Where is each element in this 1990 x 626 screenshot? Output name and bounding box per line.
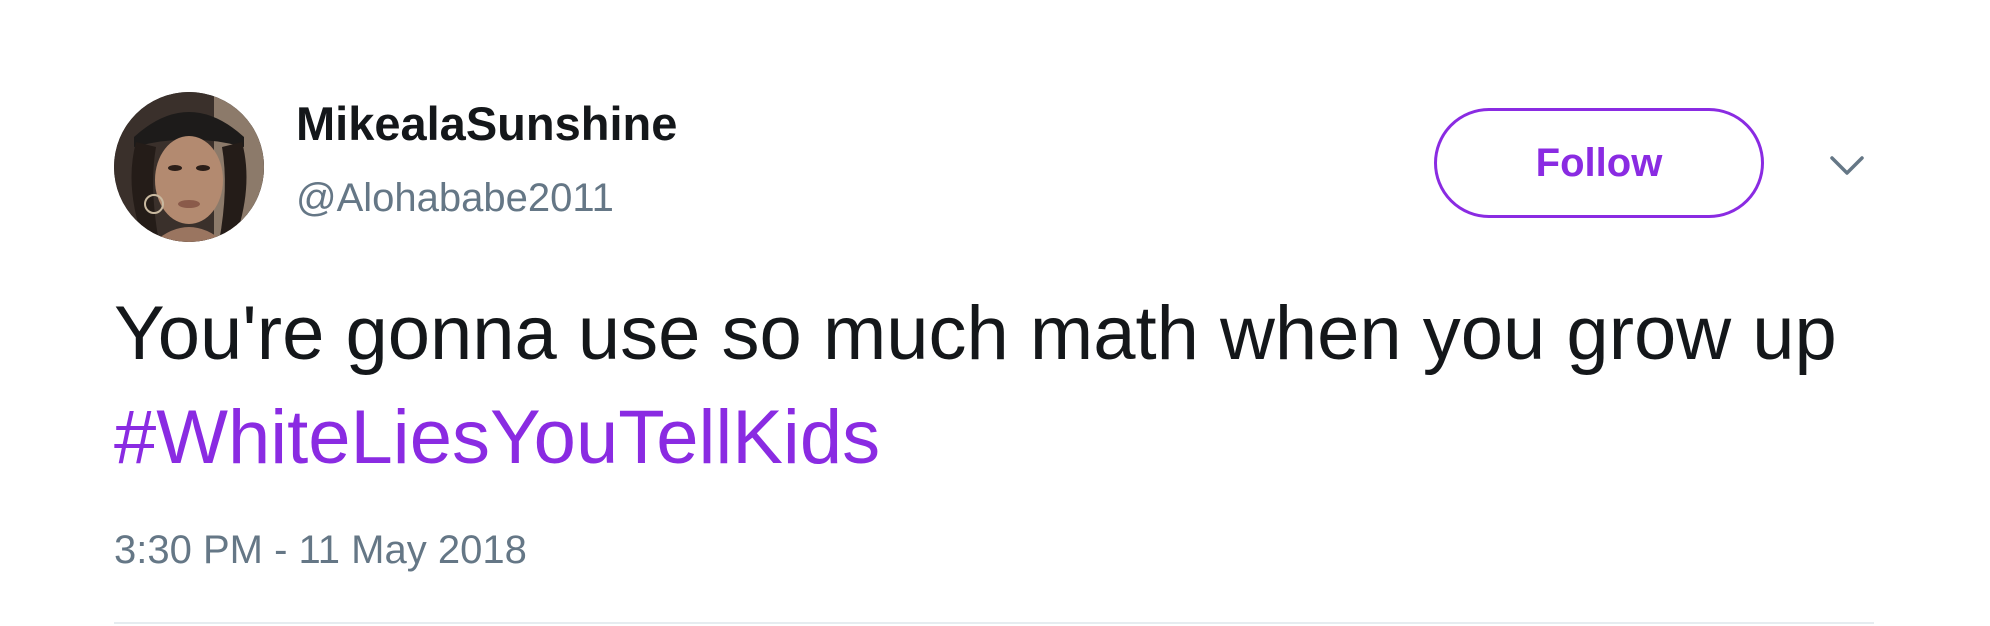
avatar[interactable] [114, 92, 264, 242]
display-name[interactable]: MikealaSunshine [296, 100, 677, 147]
follow-button[interactable]: Follow [1434, 108, 1764, 218]
divider [114, 622, 1874, 624]
tweet-body: You're gonna use so much math when you g… [114, 291, 1837, 376]
tweet-text: You're gonna use so much math when you g… [114, 282, 1874, 490]
chevron-down-icon[interactable] [1822, 148, 1872, 182]
profile-photo-icon [114, 92, 264, 242]
user-handle[interactable]: @Alohababe2011 [296, 178, 614, 218]
tweet-timestamp[interactable]: 3:30 PM - 11 May 2018 [114, 530, 527, 570]
hashtag-link[interactable]: #WhiteLiesYouTellKids [114, 395, 880, 480]
tweet-card: MikealaSunshine @Alohababe2011 Follow Yo… [0, 0, 1990, 626]
chevron-down-icon-graphic [1830, 156, 1864, 175]
